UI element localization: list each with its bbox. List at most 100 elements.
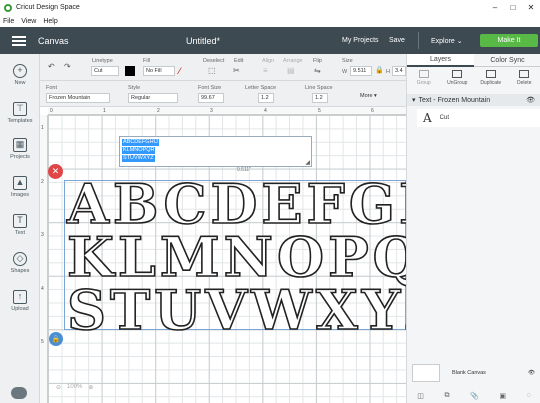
redo-icon[interactable]: ↷ xyxy=(64,62,71,71)
delete-handle-icon[interactable]: ✕ xyxy=(48,164,63,179)
chevron-down-icon[interactable]: ▾ xyxy=(412,96,416,104)
ruler-tick: 6 xyxy=(371,108,374,114)
layer-item[interactable]: A Cut xyxy=(417,109,540,127)
menu-view[interactable]: View xyxy=(21,18,36,25)
sidebar-item-images[interactable]: ▲ Images xyxy=(0,176,40,198)
explore-menu[interactable]: Explore ⌄ xyxy=(431,37,463,45)
ruler-tick: 4 xyxy=(264,108,267,114)
chat-icon[interactable] xyxy=(11,387,27,399)
text-edit-box[interactable]: ABCDEFGHIJ KLMNOPQR STUVWXYZ ◢ xyxy=(119,136,312,167)
explore-label: Explore xyxy=(431,38,455,45)
ungroup-button[interactable]: UnGroup xyxy=(441,67,475,91)
close-icon[interactable]: ✕ xyxy=(522,0,540,15)
sidebar-item-templates[interactable]: ⊤ Templates xyxy=(0,102,40,124)
ruler-tick: 5 xyxy=(318,108,321,114)
duplicate-button[interactable]: Duplicate xyxy=(474,67,508,91)
letter-space-field[interactable]: 1.2 xyxy=(258,93,274,103)
ruler-tick: 3 xyxy=(41,232,44,238)
glyph-line: KLMNOPQR xyxy=(66,225,406,289)
tab-layers[interactable]: Layers xyxy=(407,54,474,67)
tab-color-sync[interactable]: Color Sync xyxy=(474,54,540,67)
ruler-tick: 5 xyxy=(41,339,44,345)
layer-group-row[interactable]: ▾ Text - Frozen Mountain 👁 xyxy=(407,94,540,106)
blank-canvas-row[interactable]: Blank Canvas 👁 xyxy=(407,362,540,384)
shirt-icon: ⊤ xyxy=(13,102,27,116)
arrange-label: Arrange xyxy=(283,58,303,64)
contour-icon[interactable]: ◌ xyxy=(527,392,531,399)
zoom-level: 100% xyxy=(67,384,83,390)
eye-icon[interactable]: 👁 xyxy=(526,96,535,104)
edit-toolbar: ↶ ↷ Linetype Cut Fill No Fill ⁄ Deselect… xyxy=(40,54,406,81)
duplicate-icon xyxy=(485,70,496,78)
layer-group-name: Text - Frozen Mountain xyxy=(418,96,491,104)
group-label: Group xyxy=(416,80,431,86)
sidebar-item-text[interactable]: T Text xyxy=(0,214,40,236)
align-icon[interactable]: ≡ xyxy=(263,66,268,75)
layer-actions: Group UnGroup Duplicate Delete xyxy=(407,67,540,91)
flip-label: Flip xyxy=(313,58,322,64)
sidebar-item-shapes[interactable]: ◇ Shapes xyxy=(0,252,40,274)
image-icon: ▲ xyxy=(13,176,27,190)
sidebar-item-label: Shapes xyxy=(10,268,30,274)
minimize-icon[interactable]: – xyxy=(486,0,504,15)
line-space-field[interactable]: 1.2 xyxy=(312,93,328,103)
linetype-select[interactable]: Cut xyxy=(91,66,119,76)
make-it-button[interactable]: Make It xyxy=(480,34,538,47)
menu-file[interactable]: File xyxy=(3,18,14,25)
lock-ratio-icon[interactable]: 🔒 xyxy=(375,66,384,74)
zoom-out-icon[interactable]: ⊖ xyxy=(56,384,61,391)
slice-icon[interactable]: ◫ xyxy=(417,392,424,400)
left-sidebar: + New ⊤ Templates ▦ Projects ▲ Images T … xyxy=(0,54,40,403)
sidebar-item-label: New xyxy=(14,80,26,86)
fill-select[interactable]: No Fill xyxy=(143,66,175,76)
ruler-tick: 2 xyxy=(41,179,44,185)
delete-label: Delete xyxy=(517,80,532,86)
deselect-icon[interactable]: ⬚ xyxy=(208,66,216,75)
font-size-field[interactable]: 99.67 xyxy=(198,93,224,103)
linetype-color-swatch[interactable] xyxy=(125,66,135,76)
undo-icon[interactable]: ↶ xyxy=(48,62,55,71)
plus-icon: + xyxy=(13,64,27,78)
save-link[interactable]: Save xyxy=(389,37,405,44)
zoom-in-icon[interactable]: ⊕ xyxy=(88,384,93,391)
sidebar-item-projects[interactable]: ▦ Projects xyxy=(0,138,40,160)
size-height-field[interactable]: 3.4 xyxy=(392,66,406,76)
flatten-icon[interactable]: ▣ xyxy=(499,392,506,400)
text-object[interactable]: ABCDEFGHI KLMNOPQR STUVWXYZ xyxy=(66,176,406,338)
style-select[interactable]: Regular xyxy=(128,93,178,103)
arrange-icon[interactable]: ▤ xyxy=(287,66,295,75)
layers-panel: Layers Color Sync Group UnGroup Duplicat… xyxy=(406,54,540,403)
weld-icon[interactable]: ⧉ xyxy=(444,392,449,400)
ruler-tick: 3 xyxy=(210,108,213,114)
hamburger-menu-icon[interactable] xyxy=(12,36,26,46)
ruler-tick: 4 xyxy=(41,286,44,292)
sidebar-item-label: Text xyxy=(14,230,26,236)
my-projects-link[interactable]: My Projects xyxy=(342,37,379,44)
menu-help[interactable]: Help xyxy=(43,18,57,25)
sidebar-item-upload[interactable]: ↑ Upload xyxy=(0,290,40,312)
blank-canvas-swatch[interactable] xyxy=(412,364,440,382)
section-title: Canvas xyxy=(38,36,69,46)
design-canvas[interactable]: 0 1 2 3 4 5 6 1 2 3 4 5 ABCDEFGHIJ KLMNO… xyxy=(40,107,406,403)
ruler-top: 0 1 2 3 4 5 6 xyxy=(48,107,406,115)
resize-grip-icon[interactable]: ◢ xyxy=(305,159,310,166)
cricut-logo-icon xyxy=(4,3,12,12)
eye-icon[interactable]: 👁 xyxy=(528,370,535,376)
style-label: Style xyxy=(128,85,141,91)
ruler-tick: 2 xyxy=(157,108,160,114)
sidebar-item-new[interactable]: + New xyxy=(0,64,40,86)
attach-icon[interactable]: 📎 xyxy=(470,392,479,400)
ungroup-label: UnGroup xyxy=(447,80,468,86)
flip-icon[interactable]: ⇋ xyxy=(314,66,321,75)
header-divider xyxy=(418,32,419,49)
size-width-field[interactable]: 9.511 xyxy=(350,66,372,76)
size-label: Size xyxy=(342,58,353,64)
fill-color-swatch[interactable]: ⁄ xyxy=(179,66,189,76)
group-button[interactable]: Group xyxy=(407,67,441,91)
more-button[interactable]: More ▾ xyxy=(360,93,377,99)
lock-handle-icon[interactable]: 🔒 xyxy=(49,332,63,346)
scissors-icon[interactable]: ✂ xyxy=(233,66,240,75)
font-select[interactable]: Frozen Mountain xyxy=(46,93,110,103)
delete-button[interactable]: Delete xyxy=(508,67,540,91)
maximize-icon[interactable]: □ xyxy=(504,0,522,15)
